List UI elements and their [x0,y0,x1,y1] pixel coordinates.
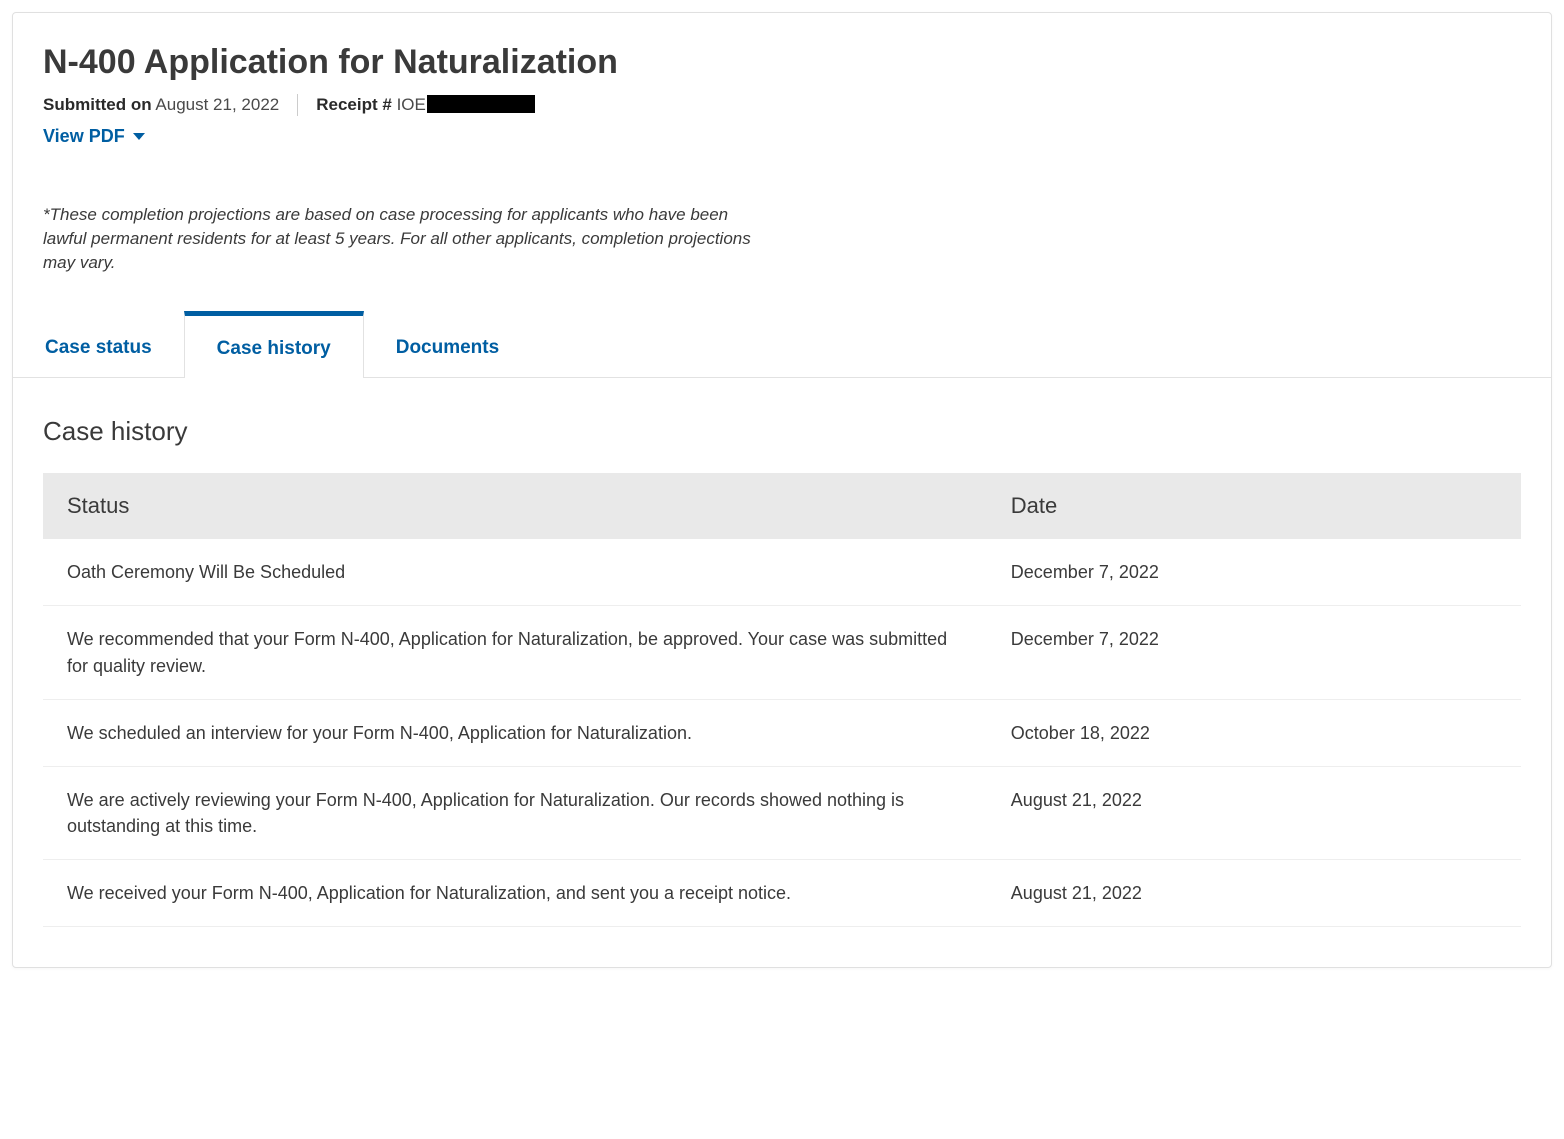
meta-row: Submitted on August 21, 2022 Receipt # I… [43,94,1521,116]
row-date: August 21, 2022 [1011,787,1497,839]
receipt-label: Receipt # [316,95,392,114]
tab-documents[interactable]: Documents [364,310,531,377]
table-row: We recommended that your Form N-400, App… [43,606,1521,699]
meta-separator [297,94,298,116]
table-row: We received your Form N-400, Application… [43,860,1521,927]
column-date: Date [1011,493,1497,519]
case-card: N-400 Application for Naturalization Sub… [12,12,1552,968]
table-row: We scheduled an interview for your Form … [43,700,1521,767]
section-title: Case history [43,416,1521,447]
caret-down-icon [133,133,145,140]
history-table: Status Date Oath Ceremony Will Be Schedu… [43,473,1521,927]
submitted-on: Submitted on August 21, 2022 [43,95,279,115]
receipt-number: Receipt # IOE [316,95,535,115]
submitted-label: Submitted on [43,95,152,114]
row-status: We scheduled an interview for your Form … [67,720,1011,746]
tabs: Case status Case history Documents [13,310,1551,378]
row-status: We recommended that your Form N-400, App… [67,626,1011,678]
row-status: We received your Form N-400, Application… [67,880,1011,906]
tab-case-history[interactable]: Case history [184,311,364,378]
row-status: We are actively reviewing your Form N-40… [67,787,1011,839]
row-status: Oath Ceremony Will Be Scheduled [67,559,1011,585]
view-pdf-label: View PDF [43,126,125,147]
row-date: December 7, 2022 [1011,559,1497,585]
submitted-date: August 21, 2022 [155,95,279,114]
tab-case-status[interactable]: Case status [13,310,184,377]
disclaimer-text: *These completion projections are based … [43,203,763,274]
view-pdf-button[interactable]: View PDF [43,126,145,147]
column-status: Status [67,493,1011,519]
row-date: December 7, 2022 [1011,626,1497,678]
row-date: August 21, 2022 [1011,880,1497,906]
receipt-redacted [427,95,535,113]
table-row: We are actively reviewing your Form N-40… [43,767,1521,860]
receipt-prefix: IOE [397,95,426,114]
table-header: Status Date [43,473,1521,539]
page-title: N-400 Application for Naturalization [43,43,1521,82]
row-date: October 18, 2022 [1011,720,1497,746]
table-row: Oath Ceremony Will Be Scheduled December… [43,539,1521,606]
